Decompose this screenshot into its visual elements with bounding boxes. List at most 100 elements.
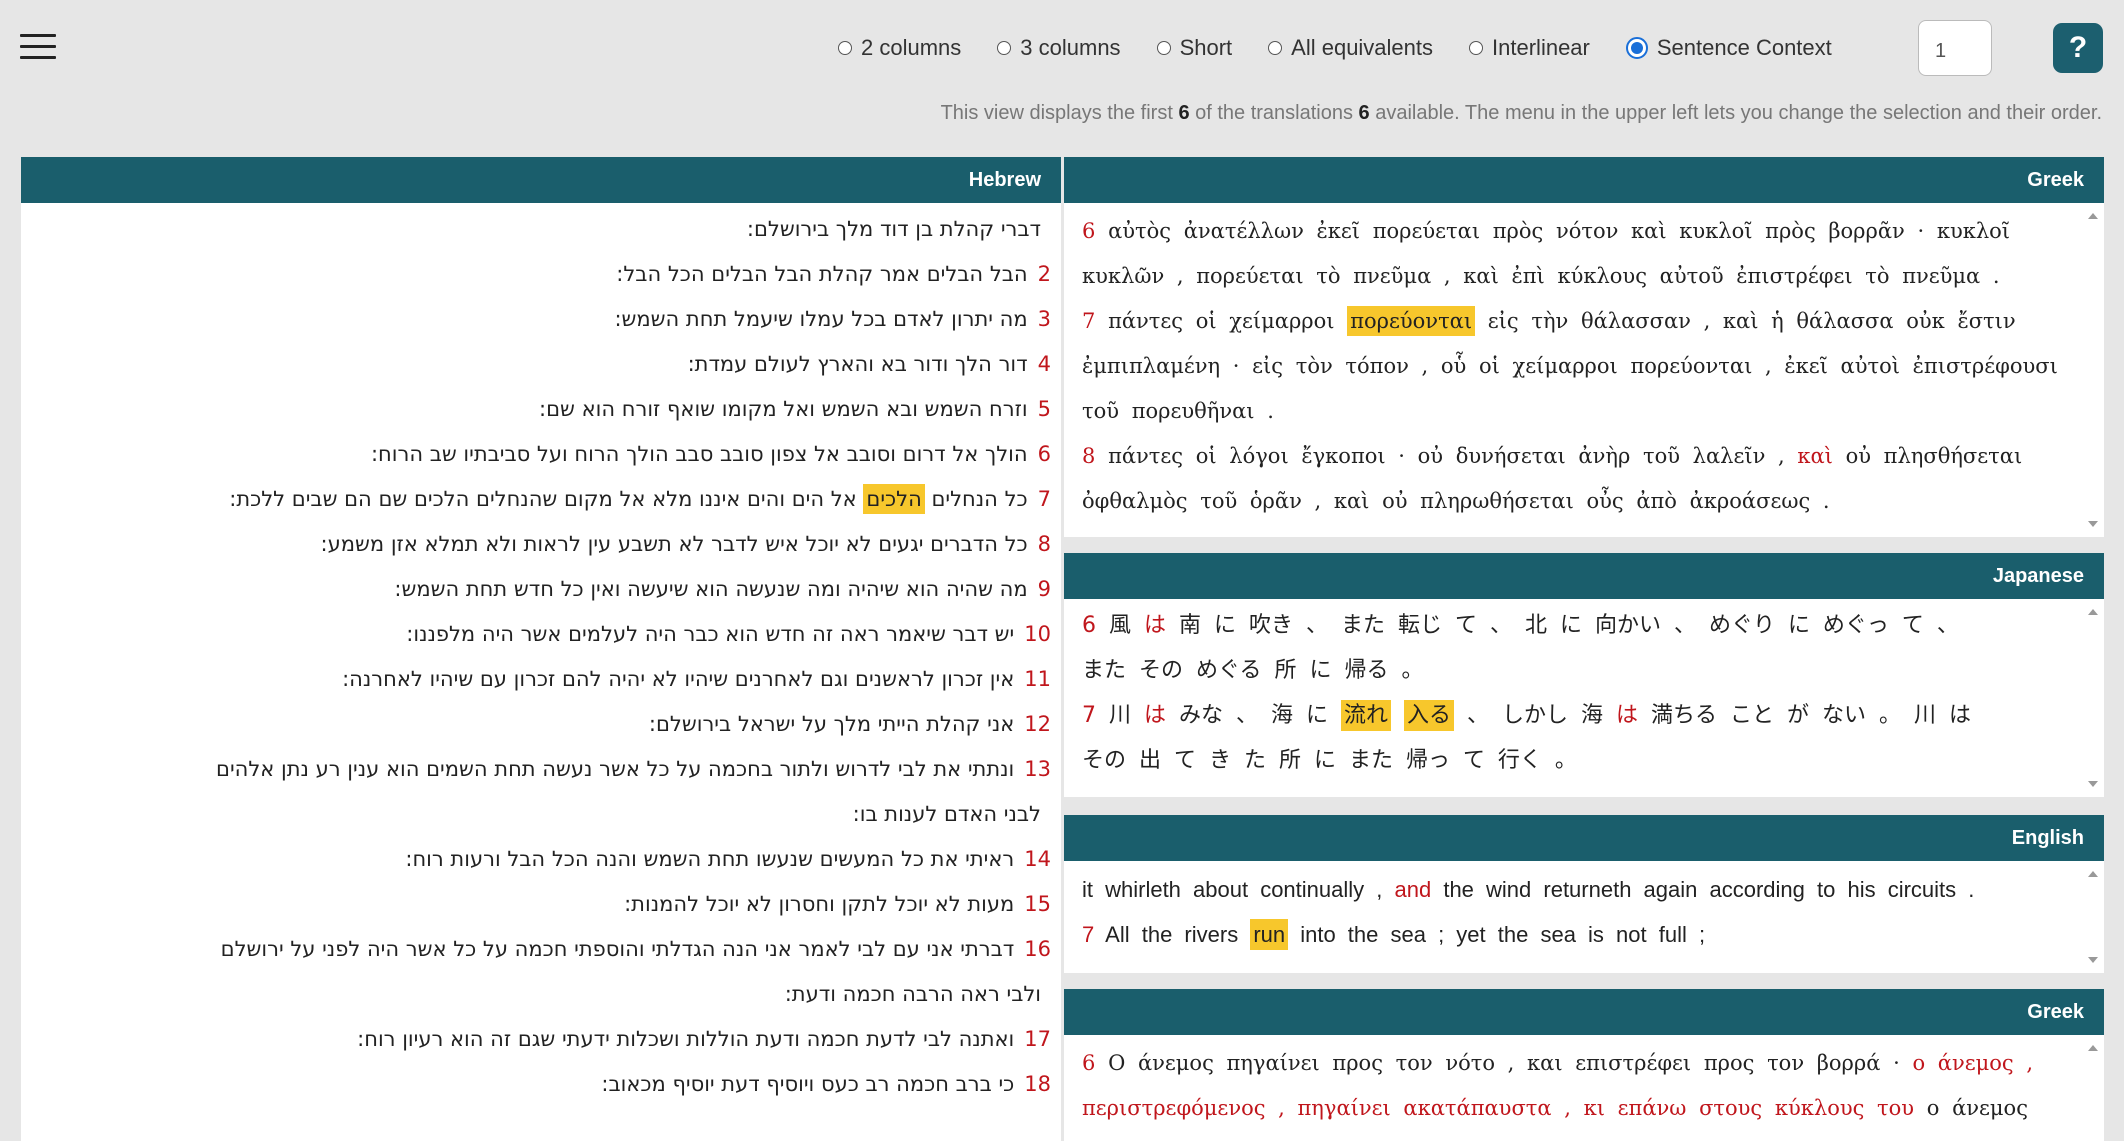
verse-text: לבני האדם לענות בו: — [852, 802, 1041, 826]
verse-text: כי ברב חכמה רב כעס ויוסיף דעת יוסיף מכאו… — [601, 1072, 1015, 1096]
hebrew-text: דברי קהלת בן דוד מלך בירושלם: 2 הבל הבלים … — [21, 203, 1061, 1107]
verse-number: 18 — [1024, 1072, 1051, 1096]
verse-text: その 出 て き た 所 に また 帰っ て 行く 。 — [1082, 748, 1577, 773]
hebrew-verse-line: 9 מה שהיה הוא שיהיה ומה שנעשה הוא שיעשה ו… — [33, 567, 1051, 612]
panel-header: Greek — [1064, 989, 2104, 1035]
verse-number: 17 — [1024, 1027, 1051, 1051]
radio-checked-icon[interactable] — [1625, 37, 1648, 59]
verse-text: ὀφθαλμὸς τοῦ ὁρᾶν , καὶ οὐ πληρωθήσεται … — [1082, 489, 1830, 513]
verse-number: 11 — [1024, 667, 1051, 691]
option-3-columns[interactable]: 3 columns — [997, 35, 1121, 61]
scroll-up-icon[interactable] — [2088, 871, 2098, 877]
scroll-up-icon[interactable] — [2088, 609, 2098, 615]
hebrew-column: Hebrew דברי קהלת בן דוד מלך בירושלם: 2 הבל… — [21, 157, 1061, 1141]
hebrew-verse-line: ולבי ראה הרבה חכמה ודעת: — [33, 972, 1051, 1017]
verse-number: 8 — [1037, 532, 1051, 556]
scrollbar[interactable] — [2082, 599, 2104, 797]
greek-panel: Greek 6 αὐτὸς ἀνατέλλων ἐκεῖ πορεύεται π… — [1064, 157, 2104, 537]
scroll-down-icon[interactable] — [2088, 521, 2098, 527]
verse-number: 5 — [1037, 397, 1051, 421]
verse-number: 16 — [1024, 937, 1051, 961]
verse-text: וזרח השמש ובא השמש ואל מקומו שואף זורח ה… — [539, 397, 1028, 421]
panel-body: 6 Ο άνεμος πηγαίνει προς τον νότο , και … — [1064, 1035, 2104, 1141]
marked-word: は — [1616, 703, 1639, 728]
verse-text: οὐ πλησθήσεται — [1832, 444, 2023, 468]
scroll-down-icon[interactable] — [2088, 781, 2098, 787]
option-all-equivalents[interactable]: All equivalents — [1268, 35, 1433, 61]
radio-icon[interactable] — [838, 41, 852, 55]
verse-text: כל הדברים יגעים לא יוכל איש לדבר לא תשבע… — [320, 532, 1028, 556]
hebrew-verse-line: 13 ונתתי את לבי לדרוש ולתור בחכמה על כל א… — [33, 747, 1051, 792]
verse-text: אין זכרון לראשנים וגם לאחרנים שיהיו לא י… — [342, 667, 1015, 691]
verse-text: it whirleth about continually , — [1082, 877, 1395, 902]
verse-text: αὐτὸς ἀνατέλλων ἐκεῖ πορεύεται πρὸς νότο… — [1108, 219, 2011, 243]
verse-number: 13 — [1024, 757, 1051, 781]
info-part: available. The menu in the upper left le… — [1369, 102, 2102, 124]
hebrew-verse-line: 3 מה יתרון לאדם בכל עמלו שיעמל תחת השמש: — [33, 297, 1051, 342]
verse-text: אל הים והים איננו מלא אל מקום שהנחלים הל… — [229, 487, 864, 511]
verse-number: 12 — [1024, 712, 1051, 736]
verse-text: κυκλῶν , πορεύεται τὸ πνεῦμα , καὶ ἐπὶ κ… — [1082, 264, 2000, 288]
option-label: Short — [1179, 35, 1233, 60]
verse-text: דברתי אני עם לבי לאמר אני הנה הגדלתי והו… — [220, 937, 1015, 961]
scroll-up-icon[interactable] — [2088, 1045, 2098, 1051]
radio-icon[interactable] — [1268, 41, 1283, 55]
hebrew-verse-line: 5 וזרח השמש ובא השמש ואל מקומו שואף זורח … — [33, 387, 1051, 432]
scroll-up-icon[interactable] — [2088, 213, 2098, 219]
marked-word: は — [1144, 613, 1167, 638]
option-2-columns[interactable]: 2 columns — [838, 35, 961, 61]
marked-word: and — [1394, 877, 1432, 902]
verse-number: 7 — [1082, 703, 1096, 728]
scroll-down-icon[interactable] — [2088, 957, 2098, 963]
verse-line: 6 Ο άνεμος πηγαίνει προς τον νότο , και … — [1082, 1041, 2054, 1086]
panel-header: Greek — [1064, 157, 2104, 203]
option-short[interactable]: Short — [1156, 35, 1233, 61]
verse-number: 6 — [1082, 219, 1096, 243]
option-label: Sentence Context — [1656, 35, 1832, 60]
verse-text: מה יתרון לאדם בכל עמלו שיעמל תחת השמש: — [614, 307, 1028, 331]
verse-text: הולך אל דרום וסובב אל צפון סובב סבב הולך… — [370, 442, 1028, 466]
highlighted-word[interactable]: 入る — [1404, 700, 1455, 731]
verse-number: 4 — [1037, 352, 1051, 376]
hebrew-verse-line: 10 יש דבר שיאמר ראה זה חדש הוא כבר היה לע… — [33, 612, 1051, 657]
panel-header: English — [1064, 815, 2104, 861]
option-sentence-context[interactable]: Sentence Context — [1625, 35, 1832, 61]
scrollbar[interactable] — [2082, 203, 2104, 537]
verse-number: 3 — [1037, 307, 1051, 331]
translation-count-input[interactable] — [1918, 20, 1992, 76]
highlighted-word[interactable]: πορεύονται — [1347, 306, 1476, 336]
japanese-panel: Japanese 6 風 は 南 に 吹き 、 また 転じ て 、 北 に 向か… — [1064, 553, 2104, 797]
option-interlinear[interactable]: Interlinear — [1469, 35, 1590, 61]
verse-number: 6 — [1037, 442, 1051, 466]
verse-line: it whirleth about continually , and the … — [1082, 867, 2054, 912]
verse-text: ראיתי את כל המעשים שנעשו תחת השמש והנה ה… — [405, 847, 1015, 871]
verse-number: 6 — [1082, 613, 1096, 638]
marked-word: περιστρεφόμενος , πηγαίνει ακατάπαυστα ,… — [1082, 1096, 1915, 1120]
help-button[interactable]: ? — [2053, 23, 2103, 73]
panel-header: Japanese — [1064, 553, 2104, 599]
hamburger-menu-icon[interactable] — [20, 34, 56, 60]
verse-number: 15 — [1024, 892, 1051, 916]
verse-text: 満ちる こと が ない 。 川 は — [1638, 703, 1971, 728]
verse-number: 7 — [1082, 922, 1095, 947]
radio-icon[interactable] — [1156, 41, 1171, 55]
scrollbar[interactable] — [2082, 861, 2104, 973]
marked-word: καὶ — [1797, 444, 1833, 468]
verse-line: また その めぐる 所 に 帰る 。 — [1082, 648, 2054, 693]
verse-text: מה שהיה הוא שיהיה ומה שנעשה הוא שיעשה וא… — [394, 577, 1028, 601]
verse-text: ונתתי את לבי לדרוש ולתור בחכמה על כל אשר… — [216, 757, 1015, 781]
verse-text: πάντες οἱ χείμαρροι — [1108, 309, 1348, 333]
info-part: of the translations — [1189, 102, 1359, 124]
highlighted-word[interactable]: run — [1250, 919, 1289, 950]
verse-line: τοῦ πορευθῆναι . — [1082, 389, 2054, 434]
verse-text: מעות לא יוכל לתקן וחסרון לא יוכל להמנות: — [624, 892, 1015, 916]
verse-text: 風 — [1109, 613, 1132, 638]
radio-icon[interactable] — [1469, 41, 1484, 55]
verse-text: εἰς τὴν θάλασσαν , καὶ ἡ θάλασσα οὐκ ἔστ… — [1475, 309, 2016, 333]
scrollbar[interactable] — [2082, 1035, 2104, 1141]
radio-icon[interactable] — [997, 41, 1012, 55]
verse-text: みな 、 海 に — [1179, 703, 1342, 728]
highlighted-word[interactable]: הלכים — [863, 484, 925, 514]
verse-text: また その めぐる 所 に 帰る 。 — [1082, 658, 1424, 683]
highlighted-word[interactable]: 流れ — [1341, 700, 1392, 731]
